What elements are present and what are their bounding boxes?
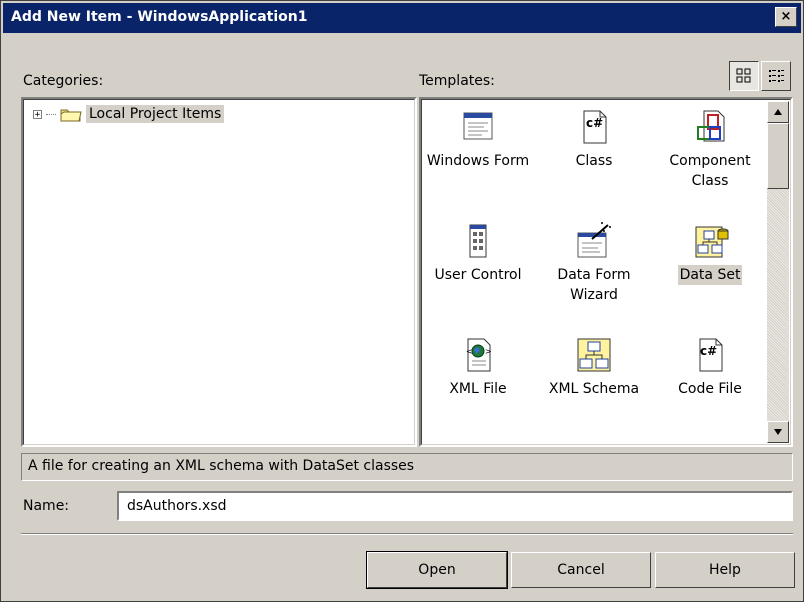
scroll-down-button[interactable]	[767, 421, 789, 443]
window-title: Add New Item - WindowsApplication1	[11, 9, 308, 25]
add-new-item-dialog: Add New Item - WindowsApplication1 × Cat…	[0, 0, 804, 602]
template-label: Data Form Wizard	[557, 267, 631, 303]
template-data-set[interactable]: Data Set	[655, 221, 765, 285]
windows-form-icon	[458, 107, 498, 147]
scroll-thumb[interactable]	[767, 123, 789, 189]
tree-item-local-project-items[interactable]: + Local Project Items	[33, 105, 225, 123]
template-label: Data Set	[677, 265, 743, 285]
templates-scrollbar[interactable]	[767, 101, 789, 443]
data-set-icon	[690, 221, 730, 261]
xml-file-icon: < >	[458, 335, 498, 375]
template-label: XML File	[449, 381, 507, 397]
small-icons-view-button[interactable]	[761, 61, 791, 91]
templates-list[interactable]: Windows Form c# Class Component Class Us…	[419, 97, 793, 447]
template-code-file[interactable]: c# Code File	[655, 335, 765, 399]
code-file-icon: c#	[690, 335, 730, 375]
component-class-icon	[690, 107, 730, 147]
svg-text:>: >	[485, 347, 492, 356]
template-user-control[interactable]: User Control	[423, 221, 533, 285]
template-label: User Control	[434, 267, 522, 283]
template-label: XML Schema	[548, 381, 640, 397]
large-icons-view-button[interactable]	[729, 61, 759, 91]
title-bar[interactable]: Add New Item - WindowsApplication1 ×	[3, 3, 801, 33]
close-button[interactable]: ×	[775, 7, 797, 27]
large-icons-view-icon	[736, 68, 751, 83]
cancel-button[interactable]: Cancel	[511, 552, 651, 588]
tree-connector	[46, 113, 56, 115]
template-xml-schema[interactable]: XML Schema	[539, 335, 649, 399]
template-xml-file[interactable]: < > XML File	[423, 335, 533, 399]
svg-text:c#: c#	[586, 116, 603, 130]
templates-label: Templates:	[419, 73, 495, 89]
help-button[interactable]: Help	[655, 552, 795, 588]
expand-icon[interactable]: +	[33, 109, 42, 119]
template-class[interactable]: c# Class	[539, 107, 649, 171]
scroll-up-icon	[774, 109, 782, 115]
svg-text:<: <	[466, 347, 473, 356]
template-label: Class	[575, 153, 613, 169]
name-input[interactable]	[117, 491, 793, 521]
svg-text:c#: c#	[700, 344, 717, 358]
template-windows-form[interactable]: Windows Form	[423, 107, 533, 171]
scroll-up-button[interactable]	[767, 101, 789, 123]
template-description: A file for creating an XML schema with D…	[21, 453, 793, 481]
small-icons-view-icon	[769, 70, 784, 82]
template-label: Code File	[678, 381, 742, 397]
template-label: Windows Form	[426, 153, 530, 169]
categories-label: Categories:	[23, 73, 104, 89]
open-button[interactable]: Open	[366, 551, 508, 589]
folder-icon	[60, 109, 82, 122]
user-control-icon	[458, 221, 498, 261]
tree-item-label: Local Project Items	[86, 105, 225, 123]
name-label: Name:	[23, 498, 70, 514]
data-form-wizard-icon	[574, 221, 614, 261]
separator	[21, 533, 793, 535]
template-data-form-wizard[interactable]: Data Form Wizard	[539, 221, 649, 305]
xml-schema-icon	[574, 335, 614, 375]
template-label: Component Class	[669, 153, 751, 189]
csharp-class-icon: c#	[574, 107, 614, 147]
scroll-down-icon	[774, 429, 782, 435]
categories-tree[interactable]: + Local Project Items	[21, 97, 417, 447]
template-component-class[interactable]: Component Class	[655, 107, 765, 191]
